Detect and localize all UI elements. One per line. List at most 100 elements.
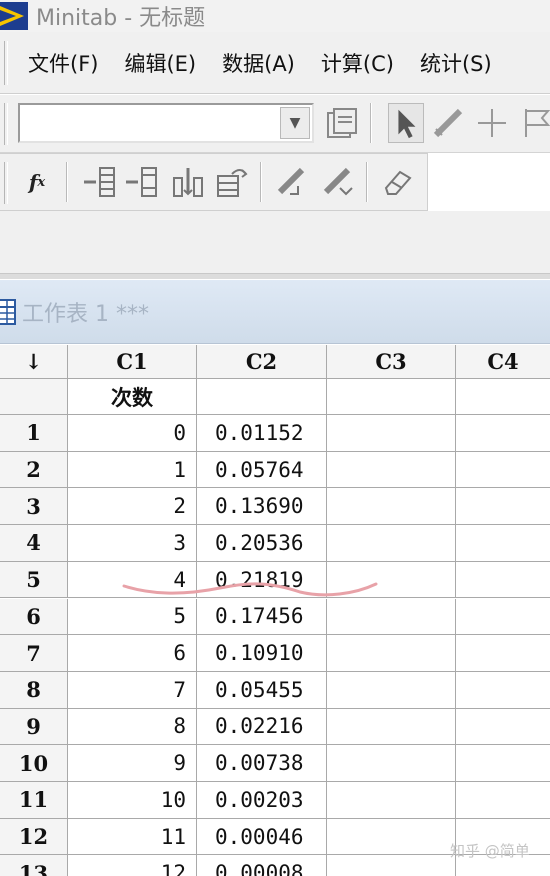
row-index[interactable]: 3 [0,488,68,526]
cell-c3[interactable] [327,488,456,526]
cell-c2[interactable]: 0.02216 [197,708,327,746]
cell-c2[interactable]: 0.00203 [197,782,327,819]
cell-c4[interactable] [456,782,550,819]
brush-icon[interactable] [274,164,310,200]
cell-c3[interactable] [327,635,456,672]
cell-c4[interactable] [456,672,550,709]
cell-c4[interactable] [456,415,550,452]
row-index[interactable]: 7 [0,635,68,672]
cell-c1[interactable]: 2 [68,488,197,526]
cell-c2[interactable]: 0.13690 [197,488,327,526]
row-index[interactable]: 4 [0,525,68,562]
move-columns-icon[interactable] [170,164,206,200]
insert-columns-icon[interactable] [124,164,160,200]
column-name-c3[interactable] [327,379,456,415]
column-name-c2[interactable] [197,379,327,415]
cell-c1[interactable]: 12 [68,855,197,876]
data-direction-arrow-icon[interactable]: ↓ [0,345,68,379]
cell-c4[interactable] [456,562,550,599]
fx-icon[interactable]: fx [22,166,52,198]
cell-c3[interactable] [327,525,456,562]
cell-c4[interactable] [456,635,550,672]
column-header-c3[interactable]: C3 [327,345,456,379]
row-index[interactable]: 11 [0,782,68,819]
cell-c2[interactable]: 0.00046 [197,818,327,856]
cell-c3[interactable] [327,745,456,782]
row-index[interactable]: 13 [0,855,68,876]
menu-calc[interactable]: 计算(C) [321,48,394,78]
cell-c2[interactable]: 0.05764 [197,451,327,489]
cell-c3[interactable] [327,671,456,709]
row-index[interactable]: 9 [0,708,68,746]
cell-c4[interactable] [456,599,550,636]
worksheet-titlebar[interactable]: 工作表 1 *** [0,280,550,344]
menu-edit[interactable]: 编辑(E) [124,48,196,78]
handwritten-underline [122,582,378,597]
cell-c4[interactable] [456,709,550,746]
toolbar-separator [370,103,372,143]
cell-c4[interactable] [456,525,550,562]
row-index[interactable]: 10 [0,745,68,782]
flag-icon[interactable] [520,105,550,141]
menubar-grip[interactable] [4,40,8,85]
cell-c1[interactable]: 0 [68,415,197,452]
cell-c1[interactable]: 8 [68,708,197,746]
pane-splitter[interactable] [0,273,550,279]
properties-icon[interactable] [324,105,360,141]
cell-c3[interactable] [327,708,456,746]
cell-c1[interactable]: 3 [68,525,197,562]
cell-c2[interactable]: 0.10910 [197,635,327,672]
cell-c2[interactable]: 0.01152 [197,415,327,452]
eraser-icon[interactable] [380,164,416,200]
brush-icon[interactable] [430,105,466,141]
table-row: 10 9 0.00738 [0,745,550,782]
table-row: 8 7 0.05455 [0,671,550,709]
plus-icon[interactable] [474,105,510,141]
cell-c4[interactable] [456,488,550,526]
insert-rows-icon[interactable] [82,164,118,200]
unbrush-icon[interactable] [320,164,356,200]
cell-c2[interactable]: 0.20536 [197,525,327,562]
toolbar-grip[interactable] [4,103,8,145]
cell-c3[interactable] [327,451,456,489]
row-index[interactable]: 1 [0,415,68,452]
row-index[interactable]: 12 [0,818,68,856]
menu-stat[interactable]: 统计(S) [420,48,492,78]
column-name-c4[interactable] [456,379,550,415]
chevron-down-icon[interactable]: ▼ [280,107,310,139]
row-index[interactable]: 6 [0,598,68,636]
cell-c4[interactable] [456,452,550,489]
cell-c1[interactable]: 9 [68,745,197,782]
menu-data[interactable]: 数据(A) [222,48,295,78]
cell-c1[interactable]: 6 [68,635,197,672]
cell-c4[interactable] [456,745,550,782]
cell-c1[interactable]: 11 [68,818,197,856]
cell-c2[interactable]: 0.05455 [197,671,327,709]
cell-c1[interactable]: 7 [68,671,197,709]
row-index[interactable]: 5 [0,561,68,599]
pointer-icon[interactable] [388,103,424,143]
menu-file[interactable]: 文件(F) [28,48,98,78]
column-header-row: ↓ C1 C2 C3 C4 [0,345,550,379]
cell-c3[interactable] [327,818,456,856]
toolbar-area [0,211,550,273]
toolbar-grip[interactable] [4,162,8,204]
cell-c1[interactable]: 1 [68,451,197,489]
row-index[interactable]: 2 [0,451,68,489]
column-header-c4[interactable]: C4 [456,345,550,379]
column-header-c1[interactable]: C1 [68,345,197,379]
cell-c2[interactable]: 0.00008 [197,855,327,876]
annotation-stroke [122,582,378,597]
name-row-label [0,379,68,415]
cell-c3[interactable] [327,855,456,876]
column-header-c2[interactable]: C2 [197,345,327,379]
command-combo[interactable]: ▼ [18,103,314,143]
clear-cells-icon[interactable] [214,164,250,200]
cell-c3[interactable] [327,782,456,819]
cell-c3[interactable] [327,415,456,452]
cell-c2[interactable]: 0.00738 [197,745,327,782]
toolbar-main: ▼ [0,95,550,153]
column-name-c1[interactable]: 次数 [68,379,197,415]
cell-c1[interactable]: 10 [68,782,197,819]
row-index[interactable]: 8 [0,671,68,709]
